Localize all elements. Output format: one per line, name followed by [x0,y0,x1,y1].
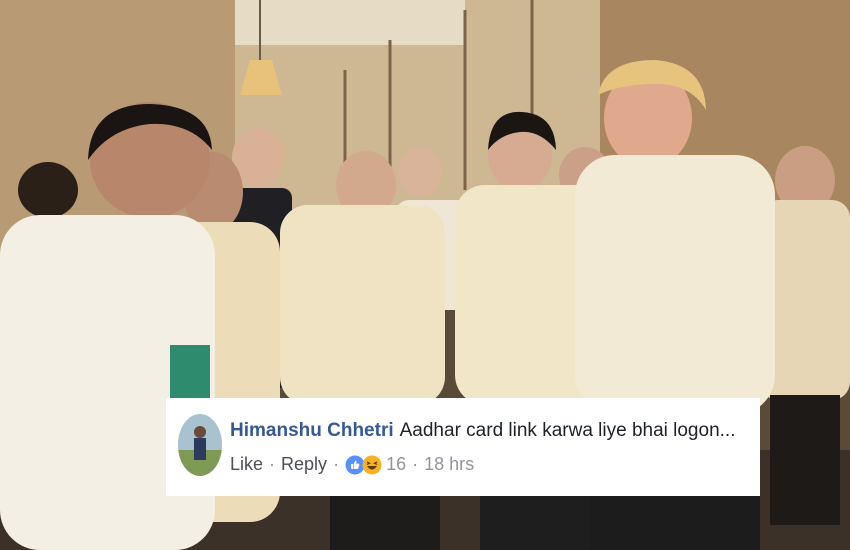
avatar-photo [178,414,222,476]
person-legs [770,395,840,525]
ceiling [235,0,465,45]
avatar[interactable] [178,414,222,476]
separator-dot: · [269,454,276,474]
separator-dot: · [412,454,419,474]
person-body [280,205,445,405]
haha-icon [362,455,382,474]
comment-card: Himanshu Chhetri Aadhar card link karwa l… [166,398,760,496]
comment-author[interactable]: Himanshu Chhetri [230,420,394,441]
person-head [398,148,442,196]
comment-timestamp[interactable]: 18 hrs [424,454,474,475]
comment-line: Himanshu Chhetri Aadhar card link karwa l… [230,420,735,442]
comment-text: Aadhar card link karwa liye bhai logon..… [399,420,736,441]
person-head [18,162,78,218]
comment-actions: Like · Reply · 16 · 18 hrs [230,454,474,475]
reply-link[interactable]: Reply [281,454,327,475]
like-link[interactable]: Like [230,454,263,475]
id-badge [170,345,210,400]
person-body [575,155,775,415]
separator-dot: · [333,454,340,474]
reactions[interactable] [345,455,382,475]
reaction-count[interactable]: 16 [386,454,406,475]
